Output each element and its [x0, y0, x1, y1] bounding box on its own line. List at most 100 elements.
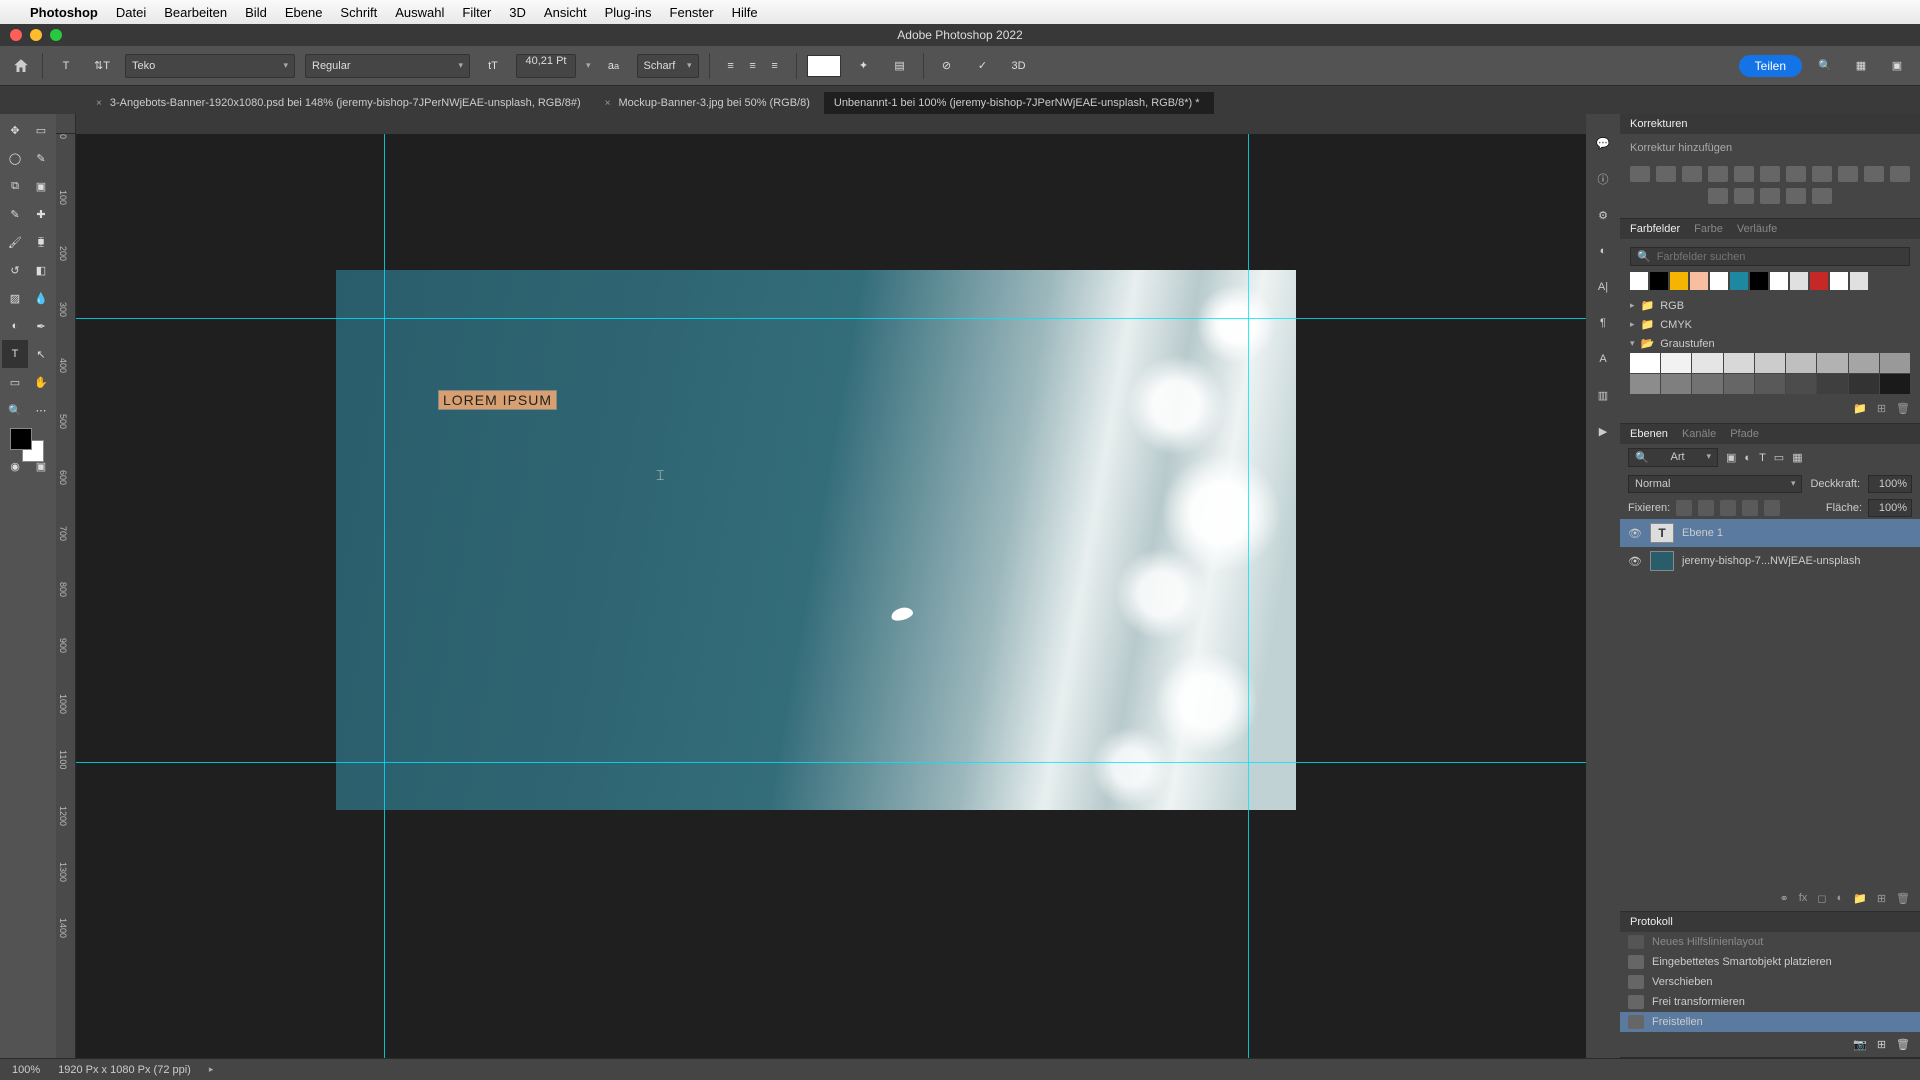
- panel-tab-channels[interactable]: Kanäle: [1682, 428, 1716, 440]
- menu-ansicht[interactable]: Ansicht: [544, 5, 587, 20]
- cancel-icon[interactable]: ⊘: [934, 53, 960, 79]
- delete-layer-icon[interactable]: 🗑: [1896, 892, 1910, 905]
- move-tool[interactable]: ✥: [2, 116, 28, 144]
- swatch[interactable]: [1650, 272, 1668, 290]
- zoom-tool[interactable]: 🔍: [2, 396, 28, 424]
- screenmode-tool[interactable]: ▣: [28, 452, 54, 480]
- document-tab[interactable]: ×3-Angebots-Banner-1920x1080.psd bei 148…: [86, 92, 595, 114]
- layer-item[interactable]: 👁 jeremy-bishop-7...NWjEAE-unsplash: [1620, 547, 1920, 575]
- frame-tool[interactable]: ▣: [28, 172, 54, 200]
- history-item[interactable]: Neues Hilfslinienlayout: [1620, 932, 1920, 952]
- layer-mask-icon[interactable]: ◻: [1817, 892, 1826, 905]
- tool-preset-icon[interactable]: T: [53, 53, 79, 79]
- brush-tool[interactable]: 🖌: [2, 228, 28, 256]
- vibrance-icon[interactable]: [1734, 166, 1754, 182]
- paragraph-panel-icon[interactable]: ¶: [1592, 312, 1614, 334]
- swatch[interactable]: [1786, 353, 1816, 373]
- properties-panel-icon[interactable]: ⚙: [1592, 204, 1614, 226]
- photo-filter-icon[interactable]: [1838, 166, 1858, 182]
- swatch[interactable]: [1790, 272, 1808, 290]
- gradient-tool[interactable]: ▨: [2, 284, 28, 312]
- eraser-tool[interactable]: ◧: [28, 256, 54, 284]
- invert-icon[interactable]: [1708, 188, 1728, 204]
- threshold-icon[interactable]: [1760, 188, 1780, 204]
- menu-auswahl[interactable]: Auswahl: [395, 5, 444, 20]
- blur-tool[interactable]: 💧: [28, 284, 54, 312]
- swatch[interactable]: [1630, 374, 1660, 394]
- panel-tab-layers[interactable]: Ebenen: [1630, 428, 1668, 440]
- menu-plugins[interactable]: Plug-ins: [605, 5, 652, 20]
- panel-tab-paths[interactable]: Pfade: [1730, 428, 1759, 440]
- quickmask-tool[interactable]: ◉: [2, 452, 28, 480]
- panel-tab-color[interactable]: Farbe: [1694, 223, 1723, 235]
- character-panel-icon[interactable]: A|: [1592, 276, 1614, 298]
- stamp-tool[interactable]: ⧯: [28, 228, 54, 256]
- document-tab[interactable]: ×Mockup-Banner-3.jpg bei 50% (RGB/8): [595, 92, 824, 114]
- menu-bild[interactable]: Bild: [245, 5, 267, 20]
- fill-input[interactable]: 100%: [1868, 499, 1912, 517]
- curves-icon[interactable]: [1682, 166, 1702, 182]
- filter-adjust-icon[interactable]: ◐: [1744, 452, 1751, 464]
- swatch[interactable]: [1817, 374, 1847, 394]
- crop-tool[interactable]: ⧉: [2, 172, 28, 200]
- artboard-tool[interactable]: ▭: [28, 116, 54, 144]
- ruler-origin[interactable]: [56, 114, 76, 134]
- panel-tab-swatches[interactable]: Farbfelder: [1630, 223, 1680, 235]
- text-color-swatch[interactable]: [807, 55, 841, 77]
- swatch[interactable]: [1880, 374, 1910, 394]
- brightness-icon[interactable]: [1630, 166, 1650, 182]
- foreground-color[interactable]: [10, 428, 32, 450]
- history-brush-tool[interactable]: ↺: [2, 256, 28, 284]
- swatch[interactable]: [1670, 272, 1688, 290]
- swatch[interactable]: [1755, 374, 1785, 394]
- comments-panel-icon[interactable]: 💬: [1592, 132, 1614, 154]
- close-icon[interactable]: ×: [605, 98, 611, 109]
- swatch[interactable]: [1692, 353, 1722, 373]
- panel-tab-gradients[interactable]: Verläufe: [1737, 223, 1777, 235]
- layer-item[interactable]: 👁 T Ebene 1: [1620, 519, 1920, 547]
- history-item[interactable]: Eingebettetes Smartobjekt platzieren: [1620, 952, 1920, 972]
- font-family-select[interactable]: Teko▾: [125, 54, 295, 78]
- delete-state-icon[interactable]: 🗑: [1896, 1038, 1910, 1051]
- font-size-input[interactable]: 40,21 Pt: [516, 54, 576, 78]
- blend-mode-select[interactable]: Normal▾: [1628, 475, 1802, 493]
- align-right-icon[interactable]: ≡: [764, 53, 786, 79]
- filter-shape-icon[interactable]: ▭: [1774, 451, 1784, 464]
- text-orientation-icon[interactable]: ⇅T: [89, 53, 115, 79]
- swatch[interactable]: [1849, 374, 1879, 394]
- guide-vertical[interactable]: [1248, 134, 1249, 1058]
- align-center-icon[interactable]: ≡: [742, 53, 764, 79]
- actions-panel-icon[interactable]: ▶: [1592, 420, 1614, 442]
- close-icon[interactable]: ×: [96, 98, 102, 109]
- new-layer-icon[interactable]: ⊞: [1877, 892, 1886, 905]
- window-maximize-button[interactable]: [50, 29, 62, 41]
- swatch[interactable]: [1724, 353, 1754, 373]
- swatch[interactable]: [1755, 353, 1785, 373]
- swatch-folder-cmyk[interactable]: ▸📁CMYK: [1630, 315, 1910, 334]
- libraries-panel-icon[interactable]: ▥: [1592, 384, 1614, 406]
- levels-icon[interactable]: [1656, 166, 1676, 182]
- opacity-input[interactable]: 100%: [1868, 475, 1912, 493]
- 3d-icon[interactable]: 3D: [1006, 53, 1032, 79]
- gradient-map-icon[interactable]: [1786, 188, 1806, 204]
- swatch[interactable]: [1724, 374, 1754, 394]
- adjustment-layer-icon[interactable]: ◐: [1836, 892, 1843, 905]
- info-panel-icon[interactable]: ⓘ: [1592, 168, 1614, 190]
- document-dimensions[interactable]: 1920 Px x 1080 Px (72 ppi): [58, 1064, 191, 1076]
- posterize-icon[interactable]: [1734, 188, 1754, 204]
- swatch[interactable]: [1817, 353, 1847, 373]
- home-button[interactable]: [10, 55, 32, 77]
- workspace-icon[interactable]: ▦: [1848, 53, 1874, 79]
- quick-select-tool[interactable]: ✎: [28, 144, 54, 172]
- menu-schrift[interactable]: Schrift: [340, 5, 377, 20]
- lookup-icon[interactable]: [1890, 166, 1910, 182]
- guide-horizontal[interactable]: [76, 762, 1586, 763]
- vertical-ruler[interactable]: 0100200300400500600700800900100011001200…: [56, 134, 76, 1058]
- guide-horizontal[interactable]: [76, 318, 1586, 319]
- share-button[interactable]: Teilen: [1739, 55, 1802, 77]
- more-tools[interactable]: ⋯: [28, 396, 54, 424]
- new-swatch-icon[interactable]: ⊞: [1877, 402, 1886, 415]
- window-close-button[interactable]: [10, 29, 22, 41]
- swatch[interactable]: [1730, 272, 1748, 290]
- swatch[interactable]: [1880, 353, 1910, 373]
